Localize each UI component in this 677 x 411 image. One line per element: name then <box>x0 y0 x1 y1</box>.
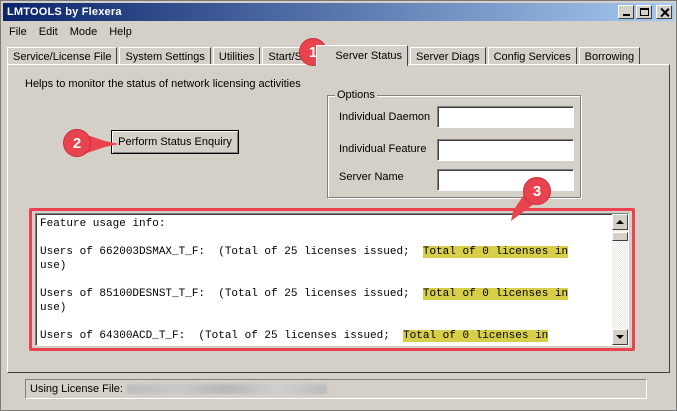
output-line: Users of 64300ACD_T_F: (Total of 25 lice… <box>40 330 549 342</box>
menu-edit[interactable]: Edit <box>33 26 64 38</box>
usage-highlight: Total of 0 licenses in <box>403 330 549 342</box>
tab-borrowing[interactable]: Borrowing <box>578 47 641 65</box>
maximize-icon <box>639 8 649 16</box>
callout-badge-2: 2 <box>63 129 91 157</box>
tab-service-license-file[interactable]: Service/License File <box>7 47 118 65</box>
minimize-icon <box>622 14 630 16</box>
status-output-box[interactable]: Feature usage info: Users of 662003DSMAX… <box>35 213 629 346</box>
arrow-up-icon <box>616 220 624 224</box>
output-line: Users of 85100DESNST_T_F: (Total of 25 l… <box>40 288 569 300</box>
perform-status-enquiry-button[interactable]: Perform Status Enquiry <box>111 130 239 154</box>
status-bar: Using License File: <box>25 379 647 399</box>
menu-file[interactable]: File <box>3 26 33 38</box>
output-scrollbar[interactable] <box>612 214 628 345</box>
window-title: LMTOOLS by Flexera <box>7 6 122 18</box>
close-icon <box>660 8 669 17</box>
output-line-cont: use) <box>40 260 67 272</box>
help-text: Helps to monitor the status of network l… <box>25 78 301 90</box>
menu-help[interactable]: Help <box>103 26 138 38</box>
menu-bar: File Edit Mode Help <box>3 23 138 41</box>
lmtools-window: LMTOOLS by Flexera File Edit Mode Help S… <box>0 0 677 411</box>
output-text: Feature usage info: Users of 662003DSMAX… <box>40 217 610 343</box>
tab-server-diags[interactable]: Server Diags <box>410 47 486 65</box>
individual-feature-label: Individual Feature <box>339 143 427 155</box>
options-legend: Options <box>335 89 377 101</box>
tab-system-settings[interactable]: System Settings <box>119 47 211 65</box>
menu-mode[interactable]: Mode <box>64 26 104 38</box>
redacted-path <box>126 384 327 394</box>
scroll-down-button[interactable] <box>612 329 628 345</box>
tab-utilities[interactable]: Utilities <box>212 47 261 65</box>
scroll-up-button[interactable] <box>612 214 628 230</box>
window-controls <box>618 5 672 19</box>
title-bar[interactable]: LMTOOLS by Flexera <box>3 3 674 21</box>
callout-badge-3: 3 <box>523 177 551 205</box>
scroll-thumb[interactable] <box>612 232 628 241</box>
individual-feature-input[interactable] <box>437 139 574 161</box>
tab-strip: Service/License File System Settings Uti… <box>7 45 642 66</box>
arrow-down-icon <box>616 335 624 339</box>
tab-server-status[interactable]: Server Status <box>316 45 409 66</box>
minimize-button[interactable] <box>618 5 634 19</box>
tab-config-services[interactable]: Config Services <box>487 47 577 65</box>
individual-daemon-input[interactable] <box>437 106 574 128</box>
usage-highlight: Total of 0 licenses in <box>422 246 569 258</box>
maximize-button[interactable] <box>636 5 652 19</box>
individual-daemon-label: Individual Daemon <box>339 111 431 123</box>
close-button[interactable] <box>656 5 672 19</box>
server-name-label: Server Name <box>339 171 404 183</box>
output-line: Users of 662003DSMAX_T_F: (Total of 25 l… <box>40 246 569 258</box>
output-line-cont: use) <box>40 302 67 314</box>
usage-highlight: Total of 0 licenses in <box>422 288 569 300</box>
license-file-label: Using License File: <box>30 383 123 395</box>
